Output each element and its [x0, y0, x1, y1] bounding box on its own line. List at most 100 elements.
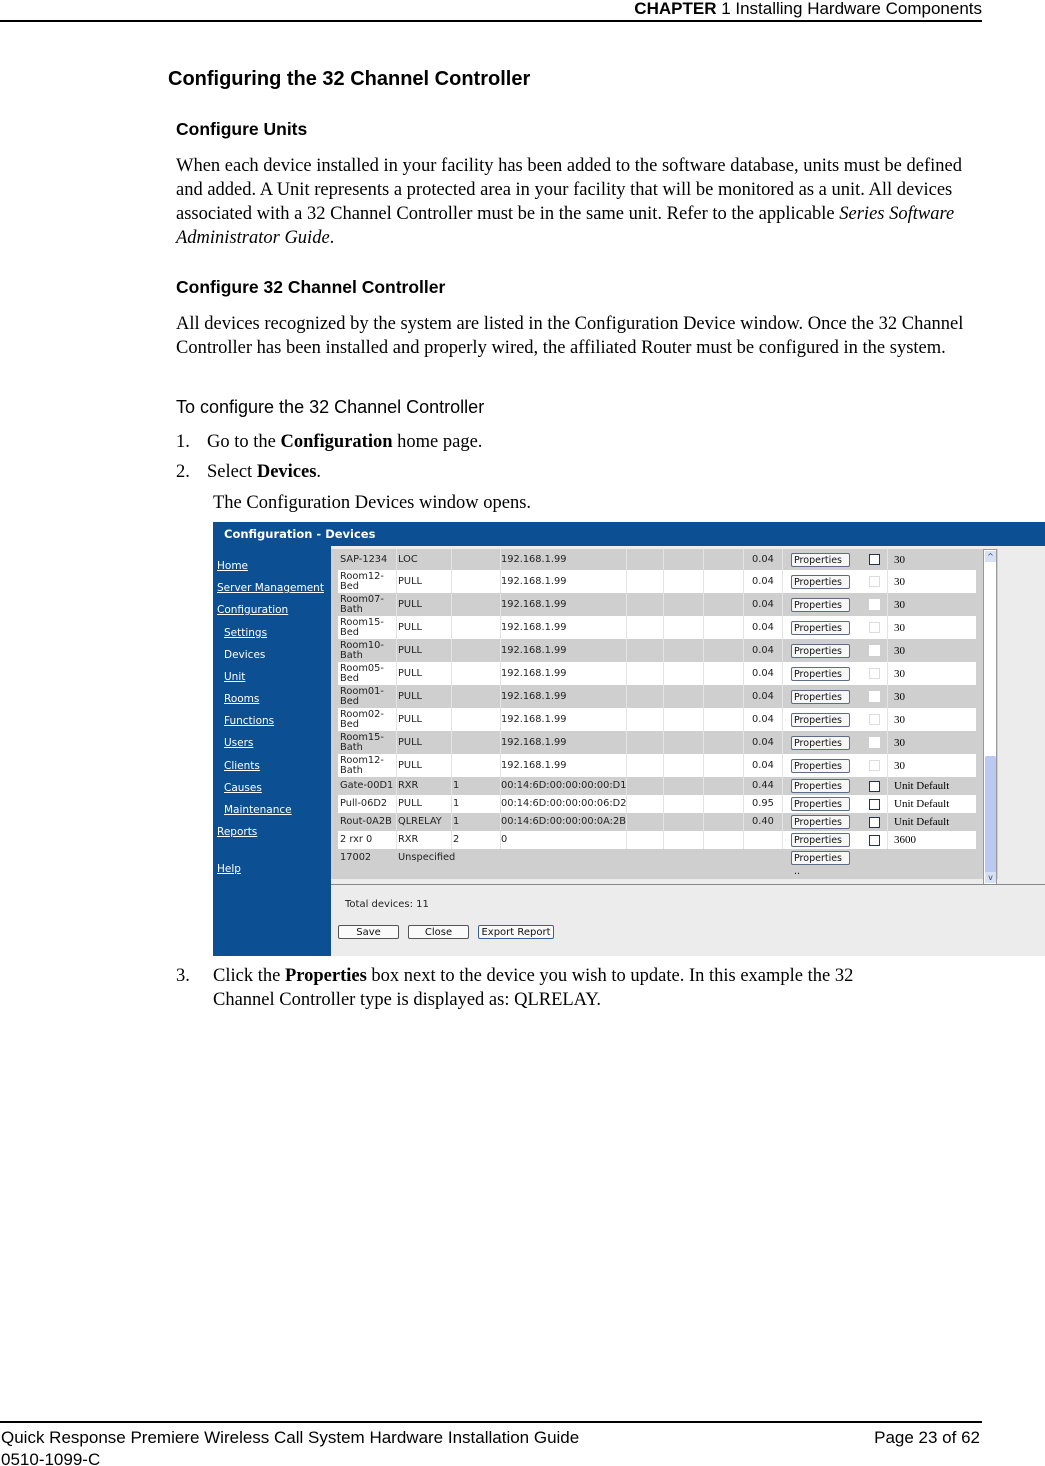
properties-button[interactable]: Properties ..: [791, 712, 850, 739]
sidebar-item-settings[interactable]: Settings: [224, 627, 267, 639]
cell-type: PULL: [398, 621, 422, 633]
column-divider: [782, 616, 783, 639]
sidebar-item-functions[interactable]: Functions: [224, 715, 274, 727]
row-checkbox[interactable]: [869, 780, 880, 792]
row-checkbox[interactable]: [869, 798, 880, 810]
properties-button[interactable]: Properties ..: [791, 620, 850, 647]
table-row[interactable]: Room15- Bed PULL 192.168.1.99 0.04 Propertie…: [338, 616, 976, 647]
column-divider: [887, 685, 888, 708]
cell-type: PULL: [398, 759, 422, 771]
configuration-devices-screenshot: Configuration - Devices Home Server Manag…: [213, 522, 1045, 956]
scroll-down-icon[interactable]: v: [985, 872, 996, 883]
row-checkbox[interactable]: [869, 576, 880, 587]
cell-version: 0.04: [752, 690, 774, 702]
table-row[interactable]: SAP-1234 LOC 192.168.1.99 0.04 Properties ..…: [338, 549, 976, 579]
properties-button[interactable]: Properties ..: [791, 574, 850, 601]
row-checkbox[interactable]: [869, 599, 880, 610]
cell-name: Room12- Bed: [340, 570, 384, 592]
table-row[interactable]: 17002 Unspecified Properties ..: [338, 849, 976, 877]
properties-button[interactable]: Properties ..: [791, 797, 850, 823]
sidebar-item-users[interactable]: Users: [224, 737, 253, 749]
scroll-up-icon[interactable]: ^: [985, 551, 996, 562]
cell-name: Room12- Bath: [340, 754, 384, 776]
cell-type: PULL: [398, 798, 422, 809]
scroll-thumb[interactable]: [985, 756, 996, 874]
sidebar-item-causes[interactable]: Causes: [224, 782, 262, 794]
sidebar-item-unit[interactable]: Unit: [224, 671, 245, 683]
table-row[interactable]: 2 rxr 0 RXR 2 0 Properties .. 3600: [338, 831, 976, 859]
save-button[interactable]: Save: [338, 925, 399, 939]
table-row[interactable]: Room10- Bath PULL 192.168.1.99 0.04 Properti…: [338, 639, 976, 670]
table-row[interactable]: Gate-00D1 RXR 1 00:14:6D:00:00:00:00:D1 0.44…: [338, 777, 976, 805]
row-checkbox[interactable]: [869, 816, 880, 828]
row-checkbox[interactable]: [869, 622, 880, 633]
properties-button[interactable]: Properties ..: [791, 552, 850, 579]
sidebar-item-server-management[interactable]: Server Management: [217, 582, 324, 594]
sidebar-item-home[interactable]: Home: [217, 560, 248, 572]
cell-version: 0.04: [752, 644, 774, 656]
properties-button[interactable]: Properties ..: [791, 851, 850, 877]
close-button[interactable]: Close: [408, 925, 469, 939]
table-row[interactable]: Room15- Bath PULL 192.168.1.99 0.04 Properti…: [338, 731, 976, 762]
column-divider: [663, 777, 664, 795]
cell-value: Unit Default: [894, 816, 950, 828]
table-row[interactable]: Room02- Bed PULL 192.168.1.99 0.04 Propertie…: [338, 708, 976, 739]
row-checkbox[interactable]: [869, 645, 880, 656]
column-divider: [743, 708, 744, 731]
table-row[interactable]: Room01- Bed PULL 192.168.1.99 0.04 Propertie…: [338, 685, 976, 716]
vertical-scrollbar[interactable]: ^ v: [983, 549, 997, 885]
properties-button[interactable]: Properties ..: [791, 666, 850, 693]
cell-type: PULL: [398, 644, 422, 656]
column-divider: [663, 593, 664, 616]
table-row[interactable]: Room12- Bed PULL 192.168.1.99 0.04 Propertie…: [338, 570, 976, 601]
properties-button[interactable]: Properties ..: [791, 815, 850, 841]
cell-type: RXR: [398, 780, 419, 791]
properties-button[interactable]: Properties ..: [791, 833, 850, 859]
sidebar-item-maintenance[interactable]: Maintenance: [224, 804, 292, 816]
sidebar-item-help[interactable]: Help: [217, 863, 241, 875]
configure-units-paragraph: When each device installed in your facil…: [176, 156, 962, 248]
row-checkbox[interactable]: [869, 737, 880, 748]
row-checkbox[interactable]: [869, 714, 880, 725]
table-row[interactable]: Room05- Bed PULL 192.168.1.99 0.04 Propertie…: [338, 662, 976, 693]
properties-button[interactable]: Properties ..: [791, 735, 850, 762]
column-divider: [451, 616, 452, 639]
sidebar-item-configuration[interactable]: Configuration: [217, 604, 288, 616]
properties-button[interactable]: Properties ..: [791, 689, 850, 716]
column-divider: [451, 662, 452, 685]
sidebar-item-reports[interactable]: Reports: [217, 826, 257, 838]
column-divider: [703, 639, 704, 662]
cell-ch: 1: [453, 816, 460, 827]
export-report-button[interactable]: Export Report: [478, 925, 554, 939]
sidebar-item-clients[interactable]: Clients: [224, 760, 260, 772]
row-checkbox[interactable]: [869, 834, 880, 846]
cell-version: 0.04: [752, 598, 774, 610]
column-divider: [626, 662, 627, 685]
row-checkbox[interactable]: [869, 668, 880, 679]
column-divider: [626, 616, 627, 639]
cell-ch: 2: [453, 834, 460, 845]
table-row[interactable]: Room12- Bath PULL 192.168.1.99 0.04 Properti…: [338, 754, 976, 785]
column-divider: [626, 731, 627, 754]
column-divider: [782, 795, 783, 813]
cell-addr: 192.168.1.99: [501, 644, 567, 656]
properties-button[interactable]: Properties ..: [791, 597, 850, 624]
properties-button[interactable]: Properties ..: [791, 643, 850, 670]
cell-version: 0.04: [752, 575, 774, 587]
sidebar-item-rooms[interactable]: Rooms: [224, 693, 259, 705]
properties-button[interactable]: Properties ..: [791, 779, 850, 805]
sidebar-item-devices[interactable]: Devices: [224, 649, 265, 661]
properties-button[interactable]: Properties ..: [791, 758, 850, 785]
table-row[interactable]: Pull-06D2 PULL 1 00:14:6D:00:00:00:06:D2 0.9…: [338, 795, 976, 823]
cell-addr: 192.168.1.99: [501, 736, 567, 748]
cell-value: Unit Default: [894, 798, 950, 810]
table-row[interactable]: Rout-0A2B QLRELAY 1 00:14:6D:00:00:00:0A:2B…: [338, 813, 976, 841]
row-checkbox[interactable]: [869, 554, 880, 565]
row-checkbox[interactable]: [869, 691, 880, 702]
step-1: 1. Go to the Configuration home page.: [176, 432, 483, 452]
row-checkbox[interactable]: [869, 760, 880, 771]
column-divider: [887, 731, 888, 754]
section-heading-configure-units: Configure Units: [176, 119, 308, 139]
table-row[interactable]: Room07- Bath PULL 192.168.1.99 0.04 Properti…: [338, 593, 976, 624]
column-divider: [887, 795, 888, 813]
